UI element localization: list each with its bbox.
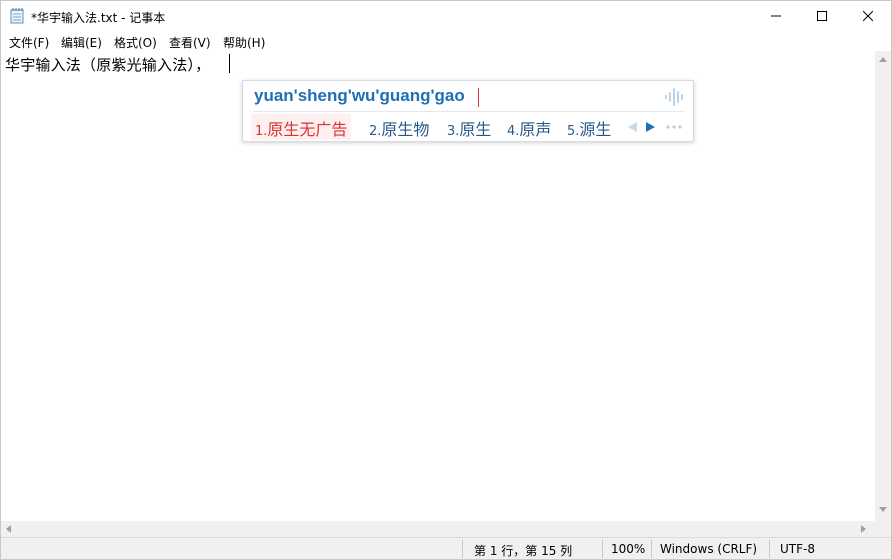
ime-composition: yuan'sheng'wu'guang'gao: [254, 86, 465, 105]
maximize-button[interactable]: [799, 1, 845, 31]
ime-candidate-5[interactable]: 5. 源生: [567, 114, 611, 140]
candidate-text: 原生无广告: [267, 120, 348, 139]
voice-input-icon[interactable]: [664, 87, 686, 107]
menu-bar: 文件(F) 编辑(E) 格式(O) 查看(V) 帮助(H): [1, 31, 891, 51]
ime-candidate-3[interactable]: 3. 原生: [447, 114, 491, 140]
minimize-button[interactable]: [753, 1, 799, 31]
menu-edit[interactable]: 编辑(E): [61, 34, 102, 51]
close-icon: [863, 11, 873, 21]
editor-content: 华宇输入法（原紫光输入法），: [5, 56, 211, 74]
status-line-ending: Windows (CRLF): [660, 542, 758, 556]
candidate-number: 2.: [369, 124, 382, 139]
status-position: 第 1 行，第 15 列: [474, 544, 573, 558]
title-bar: *华宇输入法.txt - 记事本: [1, 1, 891, 31]
text-caret: [229, 54, 230, 73]
menu-format[interactable]: 格式(O): [114, 34, 157, 51]
status-encoding: UTF-8: [780, 542, 815, 556]
candidate-text: 源生: [579, 120, 612, 139]
scroll-right-icon[interactable]: [861, 525, 866, 533]
status-bar: 第 1 行，第 15 列 100% Windows (CRLF) UTF-8: [1, 537, 891, 559]
candidate-text: 原声: [519, 120, 552, 139]
ime-candidate-1[interactable]: 1. 原生无广告: [251, 114, 352, 140]
candidate-text: 原生: [459, 120, 492, 139]
minimize-icon: [771, 15, 781, 17]
scroll-up-icon[interactable]: [879, 57, 887, 62]
status-separator: [462, 540, 463, 558]
menu-help[interactable]: 帮助(H): [223, 34, 265, 51]
notepad-icon: [10, 8, 24, 24]
scroll-down-icon[interactable]: [879, 507, 887, 512]
scroll-left-icon[interactable]: [6, 525, 11, 533]
status-separator: [651, 540, 652, 558]
candidate-number: 5.: [567, 124, 580, 139]
close-button[interactable]: [845, 1, 891, 31]
candidate-number: 4.: [507, 124, 520, 139]
candidate-number: 1.: [255, 124, 268, 139]
ime-candidate-window: yuan'sheng'wu'guang'gao 1. 原生无广告 2. 原生物 …: [242, 80, 694, 142]
next-page-icon[interactable]: [646, 122, 655, 132]
ime-candidate-4[interactable]: 4. 原声: [507, 114, 551, 140]
previous-page-icon[interactable]: [628, 122, 637, 132]
maximize-icon: [817, 11, 827, 21]
candidate-text: 原生物: [381, 120, 430, 139]
window-title: *华宇输入法.txt - 记事本: [31, 11, 166, 25]
menu-view[interactable]: 查看(V): [169, 34, 211, 51]
vertical-scrollbar[interactable]: [875, 51, 891, 521]
ime-divider: [253, 111, 685, 112]
status-separator: [602, 540, 603, 558]
status-separator: [769, 540, 770, 558]
menu-file[interactable]: 文件(F): [9, 34, 49, 51]
status-zoom: 100%: [611, 542, 646, 556]
candidate-number: 3.: [447, 124, 460, 139]
ime-composition-caret: [478, 88, 479, 107]
horizontal-scrollbar[interactable]: [1, 521, 875, 537]
scrollbar-corner: [875, 521, 891, 537]
ime-candidate-2[interactable]: 2. 原生物: [369, 114, 429, 140]
more-options-icon[interactable]: [666, 125, 682, 129]
